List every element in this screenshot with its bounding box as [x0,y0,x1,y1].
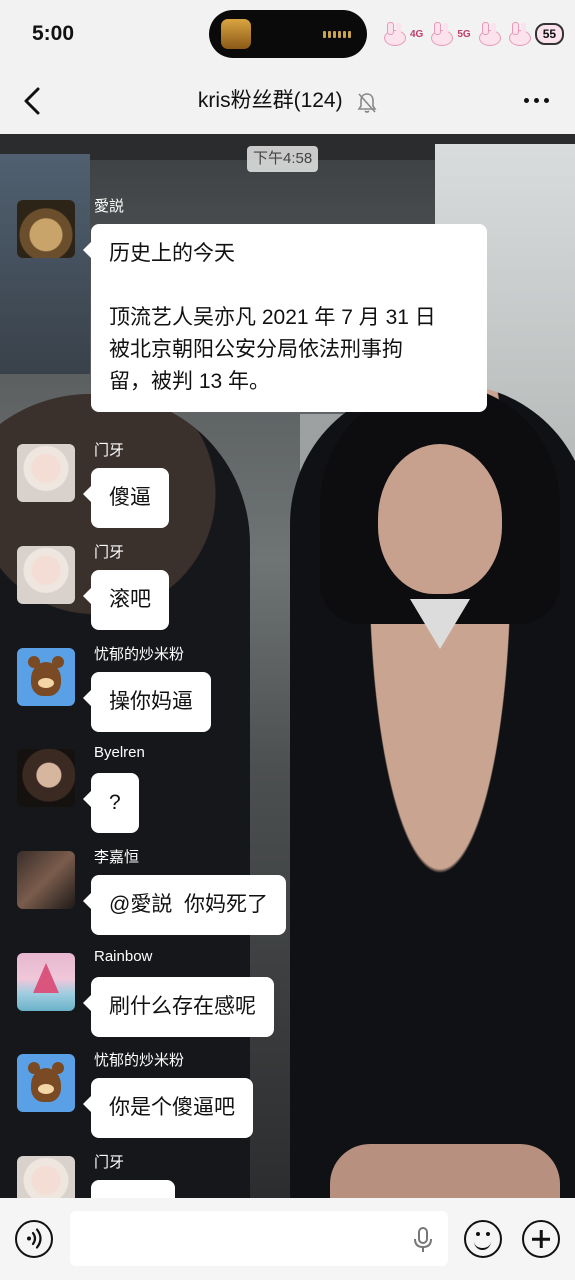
message-text: 留，被判 13 年。 [109,370,271,393]
sender-name: 忧郁的炒米粉 [94,646,185,663]
audio-waveform-icon [323,31,351,38]
message-bubble[interactable]: ? [83,773,139,833]
message-text: 操你妈逼 [109,690,193,713]
live-activity-app-icon [221,19,251,49]
message-text: 历史上的今天 [109,242,235,265]
message-text: @愛説 你妈死了 [109,893,268,916]
network-5g-label: 5G [457,28,471,40]
shoe-avatar[interactable] [17,851,75,909]
guy-avatar[interactable] [17,749,75,807]
message-input-bar [0,1198,575,1280]
message-text: 傻逼 [109,486,151,509]
network-4g-label: 4G [410,28,424,40]
bunny-sticker-icon [505,22,531,46]
message-timestamp: 下午4:58 [247,146,319,172]
chat-header: kris粉丝群(124) [0,70,575,134]
girl-avatar[interactable] [17,546,75,604]
sender-name: 李嘉恒 [94,849,140,866]
plus-icon[interactable] [522,1220,560,1258]
message-text: 你是个傻逼吧 [109,1096,235,1119]
emoji-icon[interactable] [464,1220,502,1258]
message-text: 顶流艺人吴亦凡 2021 年 7 月 31 日 [109,306,436,329]
message-text: 刷什么存在感呢 [109,995,256,1018]
message-bubble[interactable]: 滚吧 [83,570,169,630]
bunny-sticker-icon [380,22,406,46]
sender-name: 门牙 [94,1154,125,1171]
voice-waves-icon [27,1228,42,1249]
message-bubble[interactable]: 历史上的今天 顶流艺人吴亦凡 2021 年 7 月 31 日 被北京朝阳公安分局… [83,224,487,412]
message-text: 滚吧 [109,588,151,611]
sender-name: Byelren [94,744,145,761]
status-icons: 4G 5G 55 [380,18,565,50]
battery-level: 55 [534,23,565,45]
message-bubble[interactable]: @愛説 你妈死了 [83,875,286,935]
bear-avatar[interactable] [17,1054,75,1112]
message-text [109,270,469,302]
more-dots-icon[interactable] [524,98,549,103]
bunny-sticker-icon [475,22,501,46]
message-bubble[interactable]: 傻逼 [83,468,169,528]
microphone-icon[interactable] [411,1226,435,1254]
sender-name: Rainbow [94,948,153,965]
message-text-input[interactable] [70,1211,448,1266]
message-bubble[interactable]: 你是个傻逼吧 [83,1078,253,1138]
sender-name: 门牙 [94,544,125,561]
status-bar: 5:00 4G 5G 55 [0,0,575,70]
chat-title-wrap: kris粉丝群(124) [0,84,575,114]
bell-off-icon [357,92,377,113]
sender-name: 愛説 [94,198,125,215]
message-text: ? [109,791,121,814]
bunny-sticker-icon [427,22,454,46]
voice-icon[interactable] [15,1220,53,1258]
dynamic-island [209,10,367,58]
ship-avatar[interactable] [17,953,75,1011]
girl-avatar[interactable] [17,444,75,502]
message-text: 被北京朝阳公安分局依法刑事拘 [109,338,403,361]
sender-name: 忧郁的炒米粉 [94,1052,185,1069]
cat-avatar[interactable] [17,200,75,258]
bear-avatar[interactable] [17,648,75,706]
sender-name: 门牙 [94,442,125,459]
clock-time: 5:00 [32,22,75,45]
chat-title[interactable]: kris粉丝群(124) [198,89,343,112]
message-bubble[interactable]: 操你妈逼 [83,672,211,732]
message-bubble[interactable]: 刷什么存在感呢 [83,977,274,1037]
